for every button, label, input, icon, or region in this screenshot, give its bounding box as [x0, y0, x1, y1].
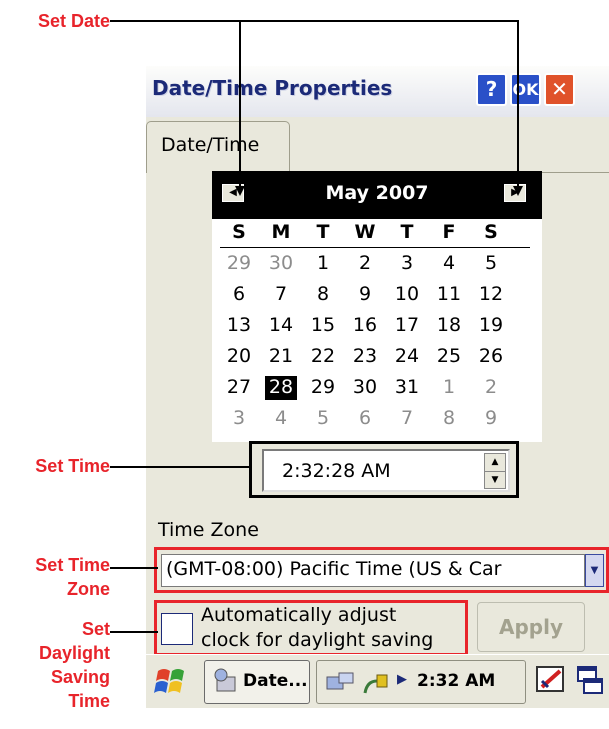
set-date-right-arrowhead [513, 186, 523, 196]
set-date-left-arrowhead [235, 186, 245, 196]
set-date-line [110, 20, 519, 192]
callout-lines [110, 20, 523, 633]
